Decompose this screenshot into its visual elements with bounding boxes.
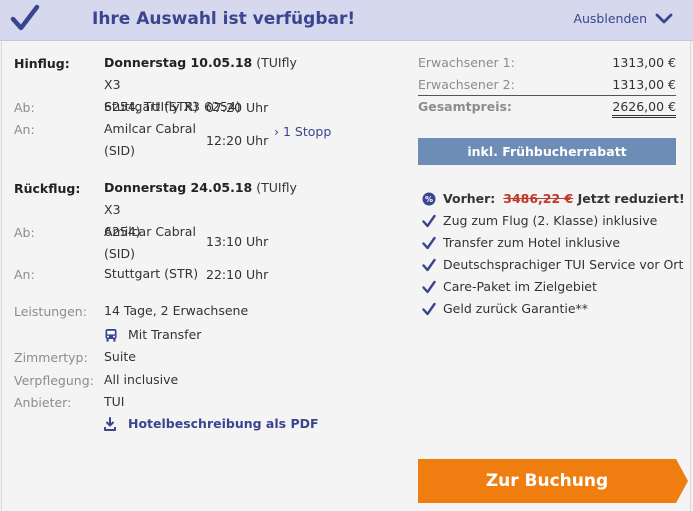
transfer-info: Mit Transfer: [104, 324, 201, 346]
feature-item: Care-Paket im Zielgebiet: [422, 279, 597, 294]
stops-link[interactable]: › 1 Stopp: [274, 124, 331, 139]
services-value: 14 Tage, 2 Erwachsene: [104, 303, 249, 318]
board-value: All inclusive: [104, 372, 179, 387]
feature-label: Deutschsprachiger TUI Service vor Ort: [443, 257, 684, 272]
return-to-label: An:: [14, 267, 35, 282]
adult2-label: Erwachsener 2:: [418, 77, 515, 92]
price-adult-1: Erwachsener 1: 1313,00 €: [418, 55, 676, 70]
room-value: Suite: [104, 349, 136, 364]
booking-button[interactable]: Zur Buchung: [418, 459, 688, 503]
return-from-line2: (SID): [104, 246, 135, 261]
feature-item: Transfer zum Hotel inklusive: [422, 235, 620, 250]
outbound-to: Amilcar Cabral (SID): [104, 118, 196, 162]
adult2-amount: 1313,00 €: [612, 77, 676, 92]
adult1-amount: 1313,00 €: [612, 55, 676, 70]
outbound-to-label: An:: [14, 122, 35, 137]
outbound-from-time: 07:20 Uhr: [206, 100, 269, 115]
pdf-download-link[interactable]: Hotelbeschreibung als PDF: [104, 413, 319, 435]
services-label: Leistungen:: [14, 304, 87, 319]
return-from-label: Ab:: [14, 225, 35, 240]
outbound-from-label: Ab:: [14, 100, 35, 115]
return-to-time: 22:10 Uhr: [206, 267, 269, 282]
feature-item: Geld zurück Garantie**: [422, 301, 588, 316]
vorher-label: Vorher:: [443, 191, 496, 206]
outbound-date: Donnerstag 10.05.18: [104, 55, 253, 70]
percent-badge-icon: %: [422, 192, 436, 205]
pdf-link-label[interactable]: Hotelbeschreibung als PDF: [128, 413, 319, 435]
feature-item: Zug zum Flug (2. Klasse) inklusive: [422, 213, 657, 228]
feature-label: Care-Paket im Zielgebiet: [443, 279, 597, 294]
return-from: Amilcar Cabral (SID): [104, 221, 196, 265]
return-label: Rückflug:: [14, 181, 81, 196]
total-amount: 2626,00 €: [612, 99, 676, 118]
outbound-from: Stuttgart (STR): [104, 99, 199, 114]
vorher-text: Jetzt reduziert!: [573, 191, 685, 206]
previous-price: % Vorher: 3486,22 € Jetzt reduziert!: [422, 191, 685, 206]
svg-text:%: %: [425, 195, 433, 204]
hide-toggle[interactable]: Ausblenden: [573, 11, 673, 26]
provider-label: Anbieter:: [14, 395, 72, 410]
return-date: Donnerstag 24.05.18: [104, 180, 253, 195]
vorher-price: 3486,22 €: [503, 191, 574, 206]
board-label: Verpflegung:: [14, 373, 94, 388]
price-total: Gesamtpreis: 2626,00 €: [418, 99, 676, 118]
hide-label[interactable]: Ausblenden: [573, 11, 647, 26]
outbound-to-line1: Amilcar Cabral: [104, 121, 196, 136]
feature-label: Zug zum Flug (2. Klasse) inklusive: [443, 213, 658, 228]
transfer-label: Mit Transfer: [128, 327, 202, 342]
download-icon[interactable]: [104, 417, 116, 431]
check-icon: [422, 258, 436, 271]
price-divider: [418, 95, 676, 96]
feature-label: Geld zurück Garantie**: [443, 301, 589, 316]
provider-value: TUI: [104, 394, 125, 409]
feature-label: Transfer zum Hotel inklusive: [443, 235, 621, 250]
booking-panel: Hinflug: Donnerstag 10.05.18 (TUIfly X3 …: [1, 41, 691, 511]
availability-header: Ihre Auswahl ist verfügbar! Ausblenden: [0, 0, 693, 41]
total-label: Gesamtpreis:: [418, 99, 512, 114]
outbound-to-time: 12:20 Uhr: [206, 133, 269, 148]
bus-icon: [105, 328, 117, 342]
check-icon: [422, 214, 436, 227]
room-label: Zimmertyp:: [14, 350, 88, 365]
return-to: Stuttgart (STR): [104, 266, 199, 281]
booking-button-label[interactable]: Zur Buchung: [418, 459, 676, 503]
return-from-line1: Amilcar Cabral: [104, 224, 196, 239]
feature-item: Deutschsprachiger TUI Service vor Ort: [422, 257, 683, 272]
chevron-down-icon[interactable]: [655, 13, 673, 25]
outbound-to-line2: (SID): [104, 143, 135, 158]
check-icon: [422, 236, 436, 249]
check-icon: [422, 302, 436, 315]
adult1-label: Erwachsener 1:: [418, 55, 515, 70]
outbound-label: Hinflug:: [14, 56, 70, 71]
check-icon: [422, 280, 436, 293]
return-from-time: 13:10 Uhr: [206, 234, 269, 249]
price-adult-2: Erwachsener 2: 1313,00 €: [418, 77, 676, 92]
check-icon: [10, 4, 40, 31]
early-booking-discount-button[interactable]: inkl. Frühbucherrabatt: [418, 138, 676, 165]
page-title: Ihre Auswahl ist verfügbar!: [92, 9, 356, 29]
